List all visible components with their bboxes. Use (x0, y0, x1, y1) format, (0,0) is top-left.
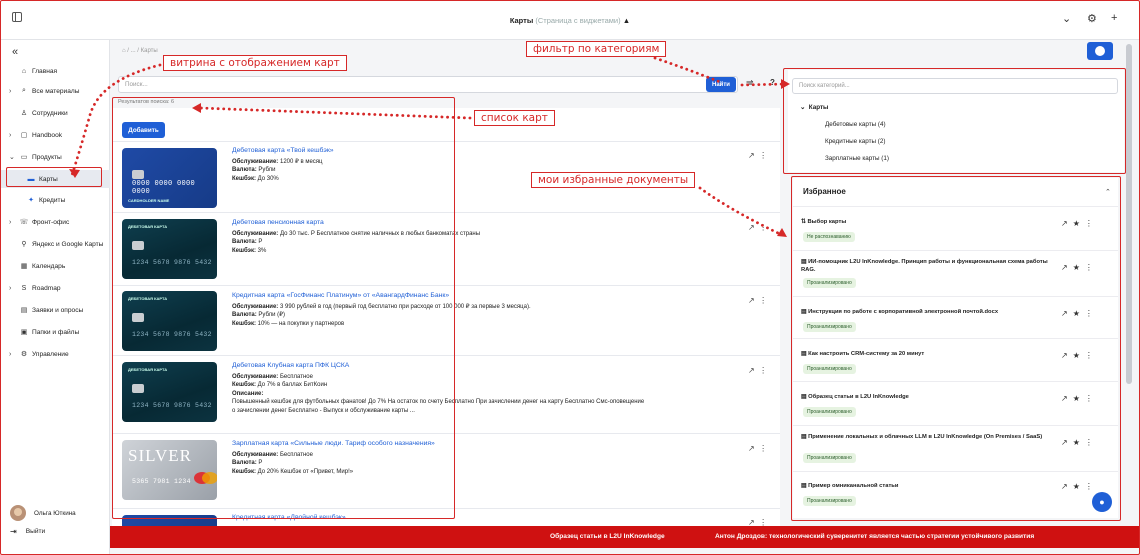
app-window: Карты (Страница с виджетами) ▲ ⌄ ⚙ + « ⌂… (0, 0, 1140, 555)
annotation-arrows (69, 56, 790, 237)
